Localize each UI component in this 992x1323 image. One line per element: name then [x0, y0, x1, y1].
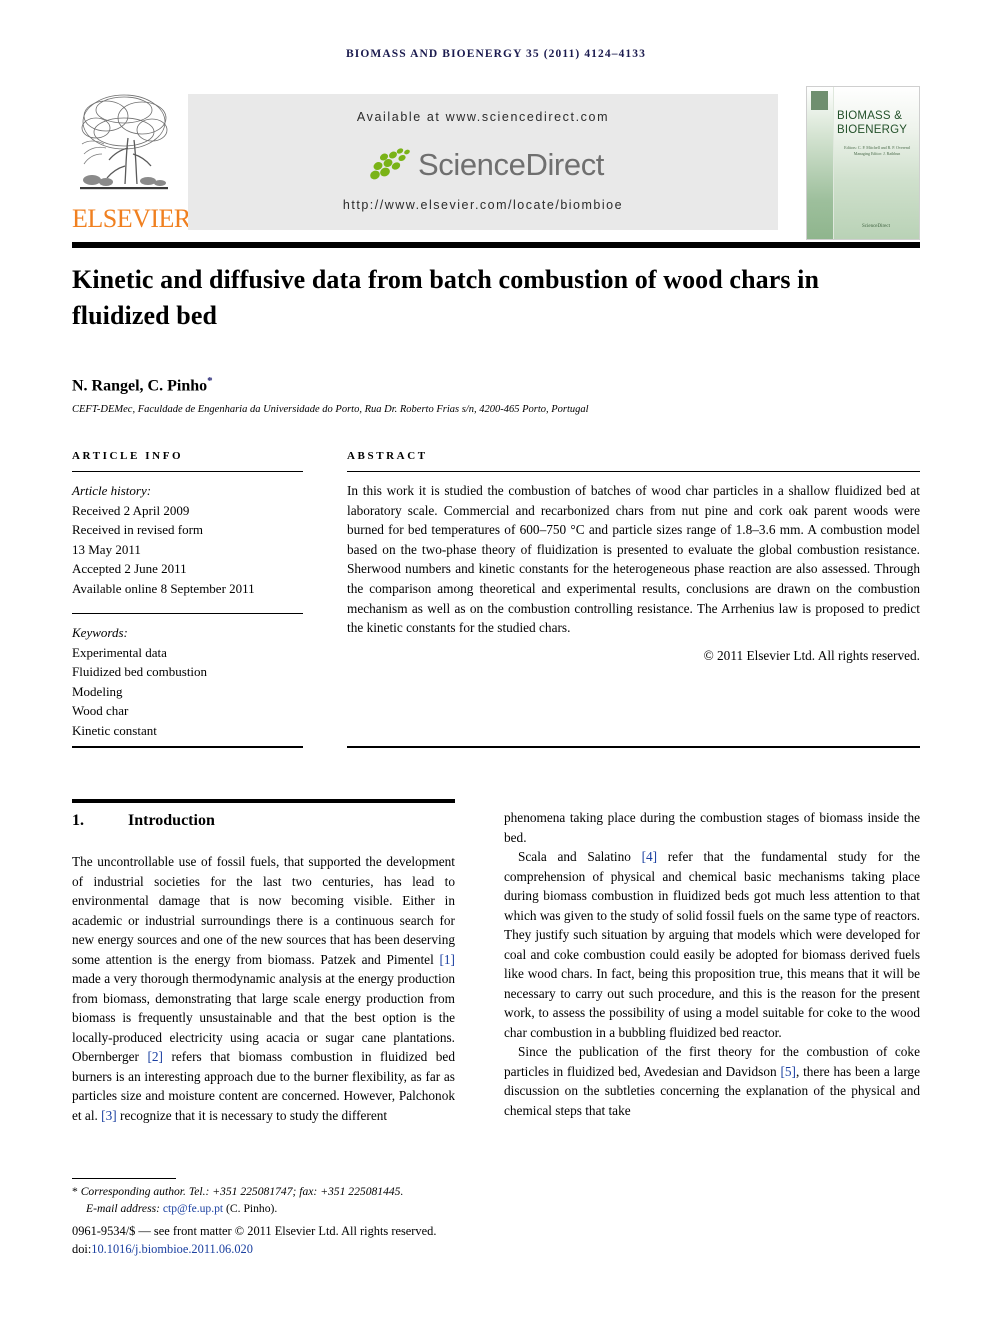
email-owner: (C. Pinho). — [226, 1201, 278, 1215]
history-item: Received 2 April 2009 — [72, 502, 190, 518]
corresponding-author-text: Corresponding author. Tel.: +351 2250817… — [80, 1185, 404, 1199]
email-label: E-mail address: — [86, 1201, 160, 1215]
abstract-column: ABSTRACT In this work it is studied the … — [347, 450, 920, 664]
keywords-rule — [72, 613, 303, 614]
journal-article-page: Biomass and bioenergy 35 (2011) 4124–413… — [0, 0, 992, 1323]
footnote-rule — [72, 1178, 176, 1180]
email-note: E-mail address: ctp@fe.up.pt (C. Pinho). — [72, 1201, 492, 1218]
available-at-text: Available at www.sciencedirect.com — [356, 110, 610, 124]
doi-label: doi: — [72, 1242, 92, 1256]
body-column-right: phenomena taking place during the combus… — [504, 808, 920, 1120]
paragraph: Since the publication of the first theor… — [504, 1044, 920, 1118]
article-history: Article history: Received 2 April 2009 R… — [72, 481, 303, 598]
footnote-marker: * — [72, 1185, 78, 1199]
history-item: Available online 8 September 2011 — [72, 580, 255, 596]
history-item: Received in revised form — [72, 522, 204, 537]
doi-line: doi:10.1016/j.biombioe.2011.06.020 — [72, 1240, 532, 1258]
keywords-block: Keywords: Experimental data Fluidized be… — [72, 623, 303, 740]
article-info-bottom-rule — [72, 746, 303, 748]
history-item: Accepted 2 June 2011 — [72, 561, 187, 576]
masthead-divider — [72, 242, 920, 248]
cover-title: BIOMASS & BIOENERGY — [837, 110, 908, 136]
history-item: 13 May 2011 — [72, 541, 141, 557]
keyword-item: Experimental data — [72, 644, 167, 660]
front-matter-line: 0961-9534/$ — see front matter © 2011 El… — [72, 1224, 437, 1238]
masthead: ELSEVIER Available at www.sciencedirect.… — [72, 86, 920, 240]
reference-link-4[interactable]: [4] — [642, 849, 658, 864]
cover-subtitle: Editors: C. P. Mitchell and R. P. Overen… — [844, 145, 910, 156]
paragraph: The uncontrollable use of fossil fuels, … — [72, 854, 455, 1123]
section-number: 1. — [72, 812, 84, 829]
sciencedirect-banner: Available at www.sciencedirect.com Scien… — [188, 94, 778, 230]
keywords-label: Keywords: — [72, 625, 128, 640]
sciencedirect-leaf-icon — [370, 148, 410, 180]
running-head: Biomass and bioenergy 35 (2011) 4124–413… — [346, 48, 646, 60]
article-info-rule — [72, 471, 303, 472]
sciencedirect-wordmark: ScienceDirect — [417, 147, 605, 182]
body-column-left: The uncontrollable use of fossil fuels, … — [72, 852, 455, 1125]
sciencedirect-logo: ScienceDirect — [188, 142, 778, 188]
elsevier-wordmark: ELSEVIER — [72, 204, 191, 233]
keyword-item: Modeling — [72, 683, 123, 699]
journal-url[interactable]: http://www.elsevier.com/locate/biombioe — [188, 198, 778, 212]
elsevier-logo: ELSEVIER — [72, 86, 191, 238]
email-link[interactable]: ctp@fe.up.pt — [163, 1202, 223, 1215]
reference-link-1[interactable]: [1] — [439, 952, 455, 967]
keyword-item: Fluidized bed combustion — [72, 664, 208, 679]
corresponding-author-marker: * — [207, 375, 213, 387]
reference-link-3[interactable]: [3] — [101, 1108, 117, 1123]
cover-publisher-icon — [811, 91, 828, 110]
journal-cover-thumbnail: BIOMASS & BIOENERGY Editors: C. P. Mitch… — [806, 86, 920, 240]
reference-link-2[interactable]: [2] — [147, 1049, 163, 1064]
abstract-rule — [347, 471, 920, 472]
author-names: N. Rangel, C. Pinho — [72, 377, 208, 395]
corresponding-author-note: * Corresponding author. Tel.: +351 22508… — [72, 1184, 492, 1201]
elsevier-tree-icon — [76, 88, 172, 200]
page-title: Kinetic and diffusive data from batch co… — [72, 265, 820, 330]
paragraph: phenomena taking place during the combus… — [504, 810, 920, 845]
section-divider — [72, 799, 455, 803]
article-info-label: ARTICLE INFO — [72, 450, 184, 462]
footnote-block: * Corresponding author. Tel.: +351 22508… — [72, 1178, 492, 1217]
section-title: Introduction — [128, 812, 215, 829]
reference-link-5[interactable]: [5] — [780, 1064, 796, 1079]
paragraph: Scala and Salatino [4] refer that the fu… — [504, 849, 921, 1040]
author-list: N. Rangel, C. Pinho* — [72, 375, 872, 395]
keyword-item: Wood char — [72, 703, 129, 718]
abstract-text: In this work it is studied the combustio… — [347, 483, 920, 636]
cover-footer: ScienceDirect — [861, 224, 891, 229]
keyword-item: Kinetic constant — [72, 722, 157, 738]
imprint-block: 0961-9534/$ — see front matter © 2011 El… — [72, 1222, 532, 1258]
section-heading-introduction: 1. Introduction — [72, 812, 455, 830]
abstract-label: ABSTRACT — [347, 450, 428, 462]
article-info-column: ARTICLE INFO Article history: Received 2… — [72, 450, 303, 740]
affiliation: CEFT-DEMec, Faculdade de Engenharia da U… — [72, 404, 589, 415]
doi-link[interactable]: 10.1016/j.biombioe.2011.06.020 — [91, 1242, 253, 1256]
article-history-label: Article history: — [72, 483, 152, 498]
abstract-bottom-rule — [347, 746, 920, 748]
abstract-copyright: © 2011 Elsevier Ltd. All rights reserved… — [703, 647, 920, 663]
